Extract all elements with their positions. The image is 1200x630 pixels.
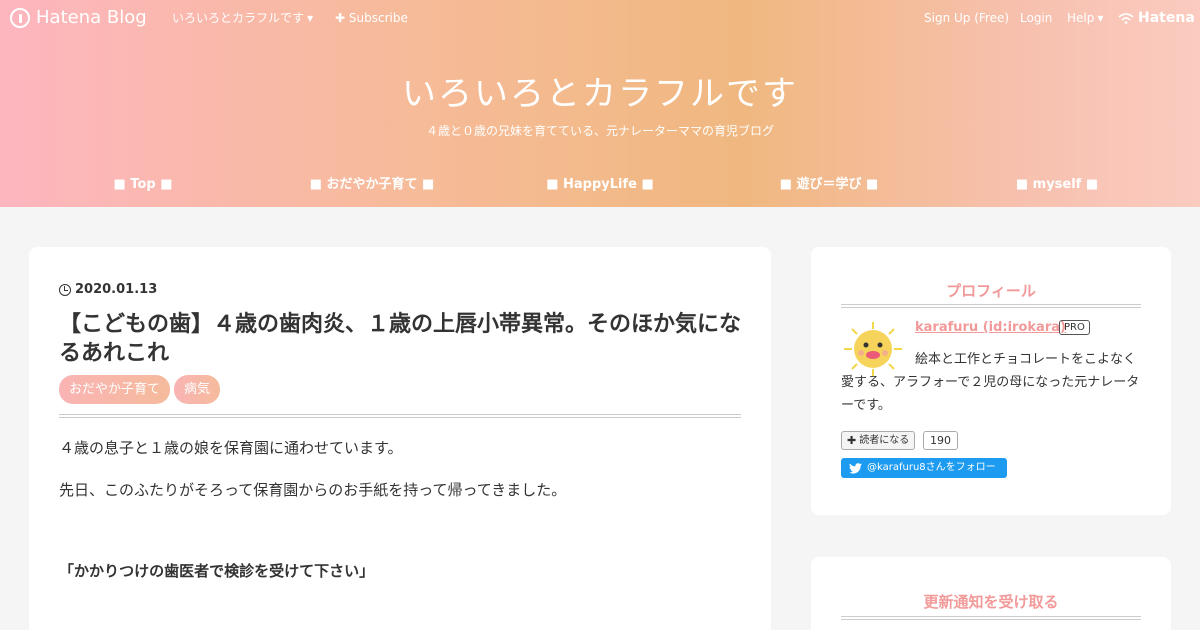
caret-down-icon: ▼ [307,13,314,23]
notify-heading-line [841,616,1141,620]
hatena-blog-logo-text: Hatena Blog [36,7,147,28]
category-badge-byoki[interactable]: 病気 [174,375,221,404]
subscribe-button[interactable]: ✚ Subscribe [335,0,408,36]
entry-paragraph-bold: 「かかりつけの歯医者で検診を受けて下さい」 [59,562,375,580]
profile-bio: 絵本と工作とチョコレートをこよなく愛する、アラフォーで２児の母になった元ナレータ… [841,348,1141,417]
twitter-follow-label: @karafuru8さんをフォロー [867,462,996,473]
twitter-follow-button[interactable]: @karafuru8さんをフォロー [841,458,1007,478]
entry-paragraph: 先日、このふたりがそろって保育園からのお手紙を持って帰ってきました。 [59,481,567,499]
entry-date[interactable]: 2020.01.13 [59,282,157,297]
plus-icon: ✚ [847,434,857,447]
plus-icon: ✚ [335,11,346,25]
clock-icon [59,283,71,296]
caret-down-icon: ▼ [1097,13,1104,23]
nav-item-happylife[interactable]: ■ HappyLife ■ [546,170,654,200]
wifi-icon [1118,12,1134,24]
hatena-logo[interactable]: Hatena [1118,0,1195,36]
hatena-blog-logo-icon [10,8,30,28]
help-dropdown[interactable]: Help ▼ [1067,0,1104,36]
hatena-logo-text: Hatena [1138,10,1195,26]
entry-categories: おだやか子育て 病気 [59,375,221,404]
pro-badge[interactable]: PRO [1059,320,1090,335]
entry-date-text: 2020.01.13 [75,282,158,297]
entry-divider [59,414,741,418]
category-badge-odayaka[interactable]: おだやか子育て [59,375,171,404]
subscribe-reader-button[interactable]: ✚ 読者になる [841,431,916,450]
hatena-blog-logo[interactable]: Hatena Blog [10,0,147,36]
profile-name-link[interactable]: karafuru (id:irokara) [915,320,1066,335]
reader-button-label: 読者になる [859,435,910,446]
blog-menu-label: いろいろとカラフルです [172,11,305,25]
global-nav: ■ Top ■ ■ おだやか子育て ■ ■ HappyLife ■ ■ 遊び＝学… [0,170,1200,200]
entry-paragraph: ４歳の息子と１歳の娘を保育園に通わせています。 [59,439,403,457]
nav-item-myself[interactable]: ■ myself ■ [1016,170,1098,200]
profile-heading-line [841,304,1141,308]
blog-description: ４歳と０歳の兄妹を育てている、元ナレーターママの育児ブログ [425,124,774,138]
nav-item-top[interactable]: ■ Top ■ [114,170,173,200]
blog-title[interactable]: いろいろとカラフルです [0,66,1200,115]
top-bar: Hatena Blog いろいろとカラフルです ▼ ✚ Subscribe Sig… [0,0,1200,36]
blog-menu-dropdown[interactable]: いろいろとカラフルです ▼ [172,0,313,36]
twitter-bird-icon [849,462,862,474]
help-label: Help [1067,11,1095,25]
subscribe-label: Subscribe [348,11,408,25]
nav-item-asobi[interactable]: ■ 遊び＝学び ■ [780,170,879,200]
nav-item-odayaka[interactable]: ■ おだやか子育て ■ [310,170,435,200]
login-link[interactable]: Login [1020,0,1052,36]
entry-title[interactable]: 【こどもの歯】４歳の歯肉炎、１歳の上唇小帯異常。そのほか気になるあれこれ [59,310,749,368]
notify-heading: 更新通知を受け取る [923,593,1059,611]
profile-heading: プロフィール [946,282,1036,300]
reader-count-badge[interactable]: 190 [923,431,958,450]
blog-header: Hatena Blog いろいろとカラフルです ▼ ✚ Subscribe Sig… [0,0,1200,207]
signup-link[interactable]: Sign Up (Free) [924,0,1009,36]
